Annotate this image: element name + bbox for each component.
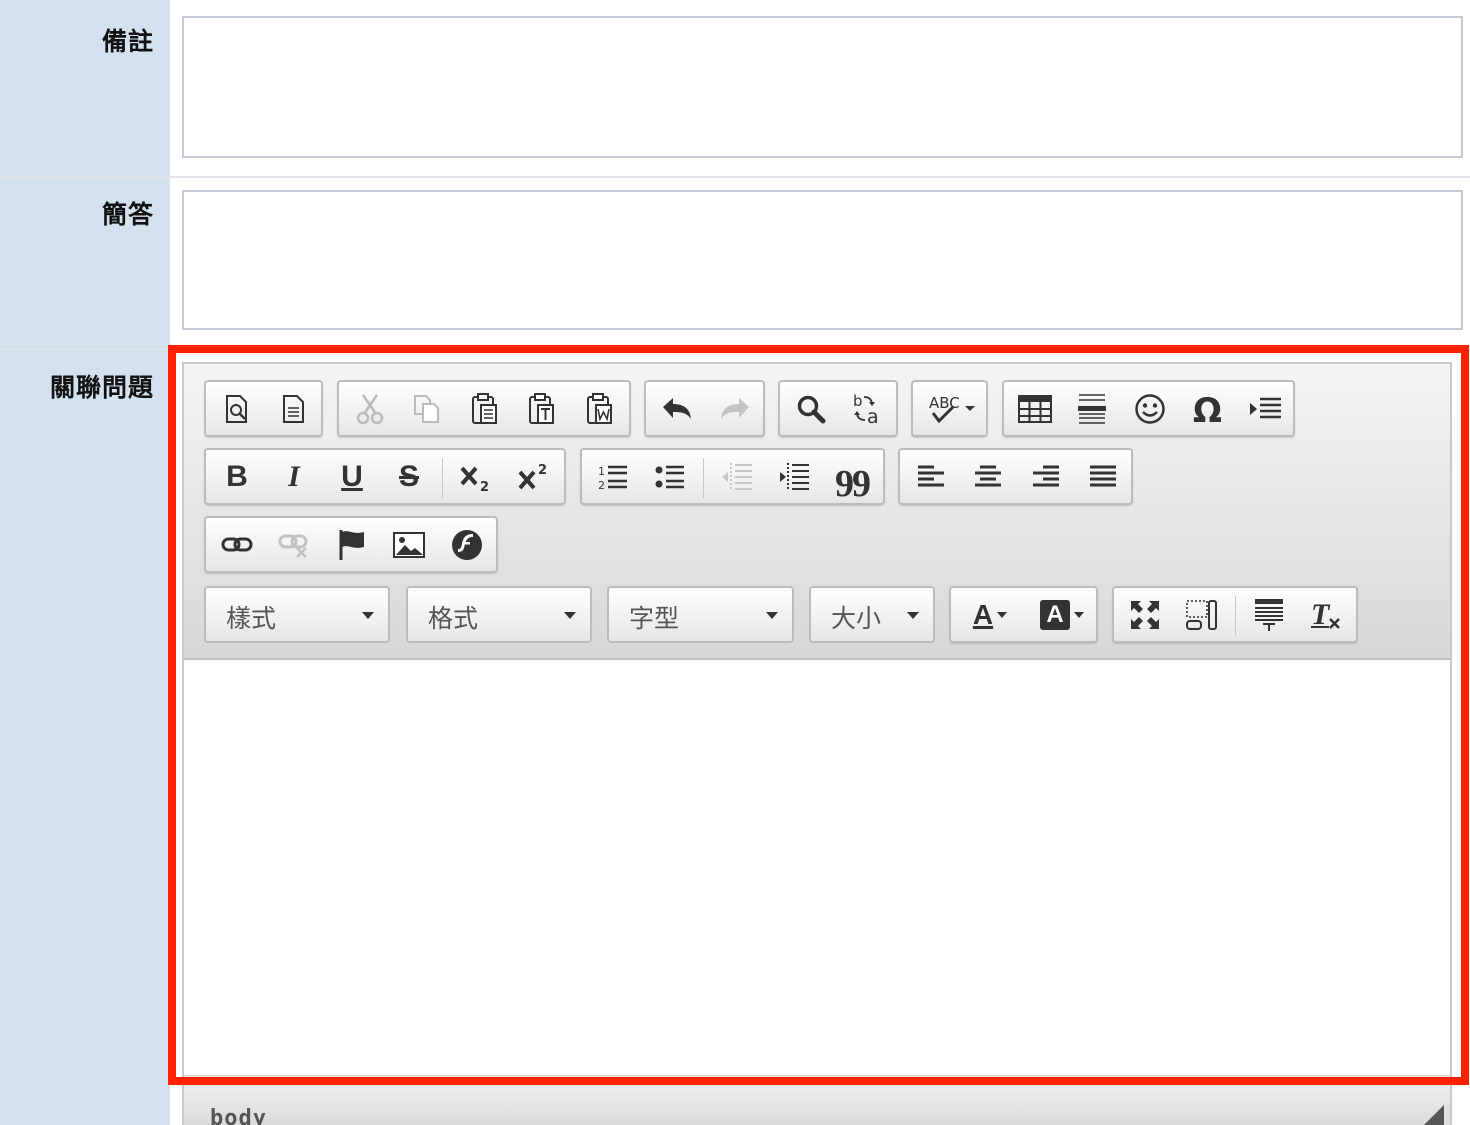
svg-text:b: b bbox=[853, 392, 863, 410]
blockquote-button[interactable]: 99 bbox=[826, 453, 878, 505]
indent-icon[interactable] bbox=[768, 453, 820, 501]
document-toolbar-group bbox=[204, 380, 323, 437]
short-answer-label: 簡答 bbox=[101, 200, 154, 229]
row-divider bbox=[0, 348, 1470, 350]
find-toolbar-group: ba bbox=[778, 380, 898, 437]
related-questions-label: 關聯問題 bbox=[49, 373, 154, 402]
svg-text:2: 2 bbox=[480, 480, 489, 492]
svg-text:a: a bbox=[867, 406, 879, 426]
justify-icon[interactable] bbox=[1077, 453, 1129, 501]
spellcheck-toolbar-group: ABC bbox=[911, 380, 988, 437]
chevron-down-icon bbox=[907, 612, 919, 619]
svg-text:2: 2 bbox=[598, 479, 605, 491]
paste-text-icon[interactable] bbox=[516, 385, 568, 433]
toolbar-separator bbox=[703, 458, 704, 498]
image-icon[interactable] bbox=[383, 521, 435, 569]
italic-button[interactable]: I bbox=[268, 453, 320, 501]
preview-icon[interactable] bbox=[211, 385, 263, 433]
outdent-icon[interactable] bbox=[711, 453, 763, 501]
align-right-icon[interactable] bbox=[1020, 453, 1072, 501]
label-column bbox=[0, 0, 170, 1125]
cut-icon[interactable] bbox=[344, 385, 396, 433]
strikethrough-button[interactable]: S bbox=[383, 453, 435, 501]
link-icon[interactable] bbox=[211, 521, 263, 569]
special-char-icon[interactable]: Ω bbox=[1181, 385, 1233, 433]
svg-text:Ω: Ω bbox=[1193, 393, 1222, 425]
paste-icon[interactable] bbox=[459, 385, 511, 433]
paragraph-toolbar-group: 12 99 bbox=[580, 448, 885, 505]
chevron-down-icon bbox=[362, 612, 374, 619]
basicstyles-toolbar-group: B I U S 2 2 bbox=[204, 448, 566, 505]
format-combo[interactable]: 格式 bbox=[406, 586, 592, 643]
show-blocks-icon[interactable] bbox=[1176, 591, 1228, 639]
svg-text:1: 1 bbox=[598, 465, 605, 478]
links-toolbar-group bbox=[204, 516, 498, 573]
source-code-icon[interactable] bbox=[1243, 591, 1295, 639]
editor-content-area[interactable] bbox=[184, 660, 1450, 1075]
font-combo-label: 字型 bbox=[629, 604, 680, 633]
element-path[interactable]: body bbox=[210, 1106, 267, 1125]
size-combo[interactable]: 大小 bbox=[809, 586, 935, 643]
bold-button[interactable]: B bbox=[211, 453, 263, 501]
tools-toolbar-group: T bbox=[1112, 586, 1358, 643]
styles-combo-label: 樣式 bbox=[226, 604, 277, 633]
superscript-icon[interactable]: 2 bbox=[508, 453, 560, 501]
paste-from-word-icon[interactable] bbox=[574, 385, 626, 433]
chevron-down-icon bbox=[564, 612, 576, 619]
numbered-list-icon[interactable]: 12 bbox=[587, 453, 639, 501]
maximize-icon[interactable] bbox=[1119, 591, 1171, 639]
remarks-label: 備註 bbox=[101, 27, 154, 56]
size-combo-label: 大小 bbox=[831, 604, 882, 633]
undo-toolbar-group bbox=[644, 380, 765, 437]
remove-format-icon[interactable]: T bbox=[1300, 591, 1352, 639]
replace-icon[interactable]: ba bbox=[842, 385, 894, 433]
horizontal-line-icon[interactable] bbox=[1066, 385, 1118, 433]
svg-text:2: 2 bbox=[538, 463, 547, 478]
page-break-icon[interactable] bbox=[1239, 385, 1291, 433]
short-answer-textarea[interactable] bbox=[182, 190, 1463, 330]
toolbar-separator bbox=[1235, 596, 1236, 636]
table-icon[interactable] bbox=[1009, 385, 1061, 433]
underline-button[interactable]: U bbox=[326, 453, 378, 501]
bg-color-icon: A bbox=[1040, 600, 1070, 630]
clipboard-toolbar-group bbox=[337, 380, 631, 437]
remarks-textarea[interactable] bbox=[182, 16, 1463, 158]
undo-icon[interactable] bbox=[651, 385, 703, 433]
smiley-icon[interactable] bbox=[1124, 385, 1176, 433]
align-left-icon[interactable] bbox=[905, 453, 957, 501]
subscript-icon[interactable]: 2 bbox=[450, 453, 502, 501]
copy-icon[interactable] bbox=[401, 385, 453, 433]
row-divider bbox=[0, 176, 1470, 178]
svg-text:ABC: ABC bbox=[929, 394, 960, 412]
toolbar-separator bbox=[442, 458, 443, 498]
new-page-icon[interactable] bbox=[268, 385, 320, 433]
format-combo-label: 格式 bbox=[428, 604, 479, 633]
resize-grip-icon[interactable] bbox=[1424, 1105, 1444, 1125]
redo-icon[interactable] bbox=[709, 385, 761, 433]
anchor-flag-icon[interactable] bbox=[326, 521, 378, 569]
colors-toolbar-group: A A bbox=[949, 586, 1098, 643]
bg-color-button[interactable]: A bbox=[1029, 591, 1095, 639]
flash-icon[interactable] bbox=[441, 521, 493, 569]
editor-toolbar: ba ABC Ω B I U S 2 2 1 2 99 樣式 格式 字型 大小 … bbox=[184, 364, 1450, 660]
unlink-icon[interactable] bbox=[268, 521, 320, 569]
spellcheck-icon[interactable]: ABC bbox=[919, 385, 983, 433]
chevron-down-icon bbox=[997, 612, 1008, 618]
chevron-down-icon bbox=[766, 612, 778, 619]
align-toolbar-group bbox=[898, 448, 1133, 505]
text-color-button[interactable]: A bbox=[957, 591, 1023, 639]
font-combo[interactable]: 字型 bbox=[607, 586, 794, 643]
chevron-down-icon bbox=[1074, 612, 1084, 618]
styles-combo[interactable]: 樣式 bbox=[204, 586, 390, 643]
text-color-icon: A bbox=[972, 599, 994, 630]
bulleted-list-icon[interactable] bbox=[644, 453, 696, 501]
find-icon[interactable] bbox=[785, 385, 837, 433]
rich-text-editor: ba ABC Ω B I U S 2 2 1 2 99 樣式 格式 字型 大小 … bbox=[182, 362, 1452, 1125]
insert-toolbar-group: Ω bbox=[1002, 380, 1295, 437]
editor-statusbar: body bbox=[184, 1075, 1450, 1125]
align-center-icon[interactable] bbox=[962, 453, 1014, 501]
